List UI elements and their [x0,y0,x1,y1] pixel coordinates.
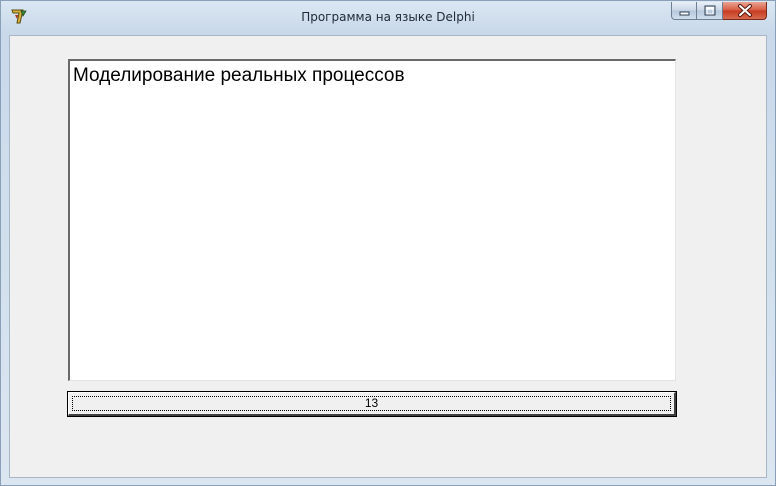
minimize-button[interactable] [671,2,697,20]
app-window: Программа на языке Delphi Моделирование … [0,0,776,486]
minimize-icon [679,11,690,16]
close-button[interactable] [723,2,767,20]
memo-box[interactable]: Моделирование реальных процессов [68,59,676,381]
title-bar[interactable]: Программа на языке Delphi [1,1,775,35]
close-icon [738,4,752,17]
memo-text: Моделирование реальных процессов [73,65,405,86]
maximize-icon [704,5,716,16]
window-title: Программа на языке Delphi [301,10,475,24]
action-button-label: 13 [364,396,379,410]
maximize-button[interactable] [697,2,723,20]
action-button[interactable]: 13 [67,391,677,417]
caption-buttons [671,2,767,22]
